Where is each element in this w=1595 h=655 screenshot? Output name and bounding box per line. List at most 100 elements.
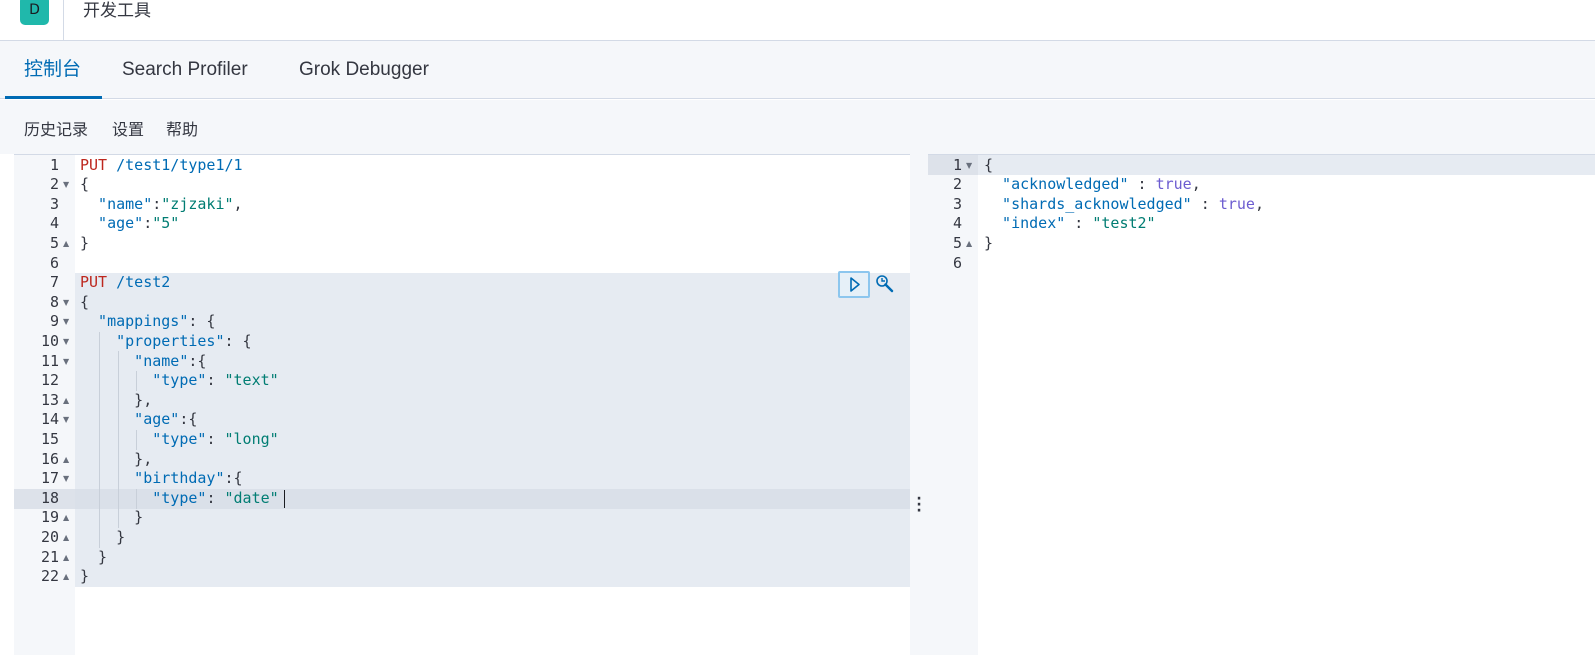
code-token: "test2" — [1092, 214, 1156, 233]
play-icon — [850, 277, 860, 292]
code-token: { — [80, 175, 90, 194]
pane-resizer[interactable]: · · · — [910, 154, 928, 655]
fold-expand-icon[interactable]: ▲ — [63, 391, 69, 411]
code-token: }, — [80, 390, 153, 409]
code-token: }, — [80, 449, 153, 468]
vertical-dots-icon: · · · — [916, 491, 922, 519]
code-token: "shards_acknowledged" — [984, 194, 1192, 213]
code-token: "type" — [80, 488, 207, 507]
request-line-number: 14 — [40, 410, 59, 429]
request-line-number: 22 — [40, 567, 59, 586]
request-line-number: 7 — [49, 273, 59, 292]
request-code-line: }, — [80, 391, 152, 411]
history-link[interactable]: 历史记录 — [24, 118, 88, 142]
fold-collapse-icon[interactable]: ▼ — [63, 312, 69, 332]
code-token: :{ — [179, 410, 198, 429]
settings-link[interactable]: 设置 — [112, 118, 144, 142]
code-token: : — [1065, 214, 1093, 233]
fold-expand-icon[interactable]: ▲ — [63, 567, 69, 587]
tab-search-profiler[interactable]: Search Profiler — [122, 41, 248, 99]
request-editor[interactable]: 1 PUT /test1/type1/1 2 ▼{3 "name":"zjzaki",… — [14, 154, 910, 655]
code-token: : — [206, 429, 225, 448]
code-token: : { — [188, 312, 216, 331]
code-token: : — [1191, 194, 1219, 213]
response-active-line — [978, 155, 1595, 175]
request-line-number: 11 — [40, 351, 59, 370]
fold-collapse-icon[interactable]: ▼ — [63, 352, 69, 372]
code-token: "index" — [984, 214, 1066, 233]
request-code-line: PUT /test1/type1/1 — [80, 156, 243, 176]
request-code-line: "age":"5" — [80, 214, 179, 234]
request-code-line: "birthday":{ — [80, 469, 242, 489]
fold-collapse-icon[interactable]: ▼ — [966, 156, 972, 176]
fold-collapse-icon[interactable]: ▼ — [63, 293, 69, 313]
code-token: "name" — [80, 351, 189, 370]
code-token: "properties" — [80, 331, 225, 350]
code-token: "type" — [80, 371, 207, 390]
request-line-number: 2 — [49, 175, 59, 194]
response-line-number: 4 — [952, 214, 962, 233]
page-title: 开发工具 — [83, 1, 151, 21]
request-line-number: 4 — [49, 214, 59, 233]
code-token: } — [80, 527, 126, 546]
response-code-line: "index" : "test2" — [984, 214, 1156, 234]
request-code-line: "age":{ — [80, 410, 197, 430]
request-code-line: "type": "text" — [80, 371, 279, 391]
request-code-line: { — [80, 175, 89, 195]
response-line-number: 2 — [952, 175, 962, 194]
fold-expand-icon[interactable]: ▲ — [63, 548, 69, 568]
fold-expand-icon[interactable]: ▲ — [63, 450, 69, 470]
code-token: } — [984, 233, 994, 252]
send-request-button[interactable] — [838, 271, 870, 298]
request-line-number: 6 — [49, 253, 59, 272]
request-code-line: } — [80, 508, 143, 528]
code-token: } — [80, 547, 108, 566]
fold-expand-icon[interactable]: ▲ — [966, 234, 972, 254]
code-token: "age" — [80, 410, 180, 429]
code-token: } — [80, 508, 144, 527]
fold-collapse-icon[interactable]: ▼ — [63, 175, 69, 195]
request-code-line: "name":"zjzaki", — [80, 195, 243, 215]
code-token: "text" — [224, 371, 279, 390]
text-caret — [284, 490, 285, 508]
code-token: { — [80, 292, 90, 311]
request-code-line: } — [80, 528, 125, 548]
request-line-number: 13 — [40, 390, 59, 409]
request-options-button[interactable] — [874, 273, 896, 295]
code-token: "5" — [152, 214, 180, 233]
code-token: "name" — [80, 194, 153, 213]
fold-collapse-icon[interactable]: ▼ — [63, 469, 69, 489]
code-token: "acknowledged" — [984, 175, 1129, 194]
app-header: D 开发工具 — [0, 0, 1595, 41]
response-code-line: "shards_acknowledged" : true, — [984, 195, 1264, 215]
request-line-number: 5 — [49, 233, 59, 252]
code-token: : — [206, 488, 225, 507]
code-token: "date" — [224, 488, 279, 507]
fold-expand-icon[interactable]: ▲ — [63, 508, 69, 528]
response-code-line: } — [984, 234, 993, 254]
request-line-number: 3 — [49, 194, 59, 213]
code-token: /test2 — [107, 273, 171, 292]
response-line-number: 3 — [952, 194, 962, 213]
code-token: : — [1128, 175, 1156, 194]
tab-console[interactable]: 控制台 — [24, 41, 81, 99]
request-code-line: } — [80, 548, 107, 568]
response-code-line: "acknowledged" : true, — [984, 175, 1201, 195]
code-token: true — [1155, 175, 1192, 194]
response-editor: 1 ▼ {2 "acknowledged" : true, 3 "shards_ack… — [928, 154, 1595, 655]
tab-grok-debugger[interactable]: Grok Debugger — [299, 41, 429, 99]
code-token: "zjzaki" — [161, 194, 234, 213]
request-line-number: 9 — [49, 312, 59, 331]
fold-expand-icon[interactable]: ▲ — [63, 234, 69, 254]
code-token: , — [1191, 175, 1201, 194]
code-token: "age" — [80, 214, 144, 233]
request-line-number: 18 — [40, 488, 59, 507]
request-actions — [838, 271, 894, 299]
console-toolbar: 历史记录 设置 帮助 — [0, 100, 1595, 154]
help-link[interactable]: 帮助 — [166, 118, 198, 142]
space-avatar[interactable]: D — [20, 0, 49, 25]
fold-collapse-icon[interactable]: ▼ — [63, 410, 69, 430]
fold-expand-icon[interactable]: ▲ — [63, 528, 69, 548]
request-code-line: }, — [80, 450, 152, 470]
fold-collapse-icon[interactable]: ▼ — [63, 332, 69, 352]
